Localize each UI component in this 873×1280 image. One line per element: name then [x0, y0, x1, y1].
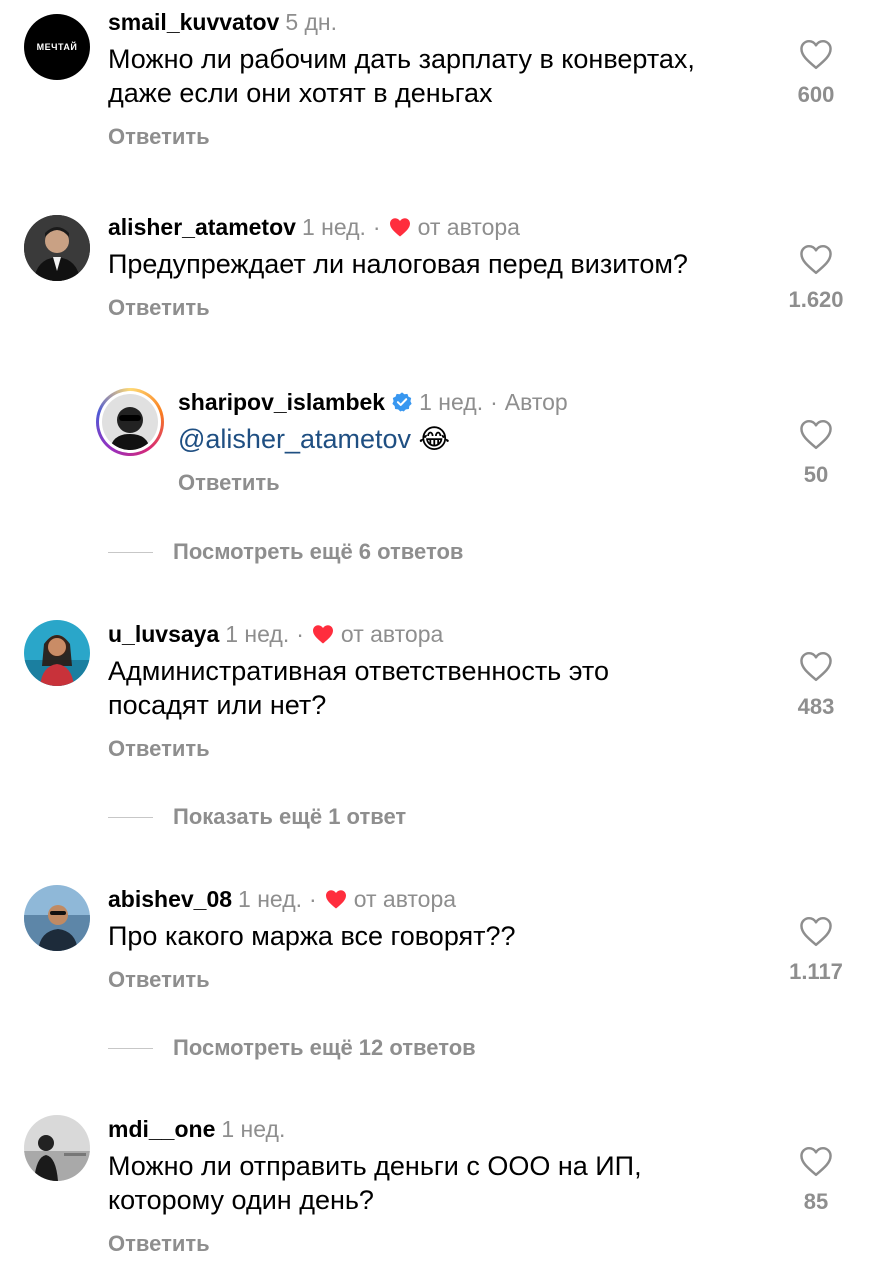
avatar-photo: [24, 620, 90, 686]
comment-content: abishev_08 1 нед. · от автора Про какого ма…: [108, 885, 516, 993]
avatar[interactable]: [24, 885, 90, 951]
like-count: 483: [797, 694, 835, 719]
view-more-replies-label: Показать ещё 1 ответ: [173, 804, 407, 829]
like-count: 600: [797, 82, 835, 107]
avatar[interactable]: [24, 620, 90, 686]
comment-meta: u_luvsaya 1 нед. · от автора: [108, 621, 444, 647]
avatar-photo: [24, 885, 90, 951]
avatar-logo-text: МЕЧТАЙ: [36, 42, 78, 52]
like-column: 50: [766, 418, 866, 488]
comment-text-line: Можно ли отправить деньги с ООО на ИП,: [108, 1151, 642, 1181]
avatar-story-ring[interactable]: [96, 388, 164, 456]
divider-line: [108, 816, 153, 818]
comment-text: Можно ли рабочим дать зарплату в конверт…: [108, 42, 695, 110]
comment-text-line: даже если они хотят в деньгах: [108, 78, 493, 108]
divider-line: [108, 1047, 153, 1049]
like-column: 85: [766, 1145, 866, 1215]
view-more-replies-label: Посмотреть ещё 12 ответов: [173, 1035, 476, 1060]
comment-text-line: Можно ли рабочим дать зарплату в конверт…: [108, 44, 695, 74]
comment-text: @alisher_atametov 😂: [178, 422, 568, 456]
comment-text: Можно ли отправить деньги с ООО на ИП, к…: [108, 1149, 642, 1217]
heart-filled-icon: [312, 625, 333, 644]
reply-button[interactable]: Ответить: [108, 1231, 210, 1257]
heart-outline-icon[interactable]: [798, 650, 834, 682]
comment-content: alisher_atametov 1 нед. · от автора Предупр…: [108, 213, 688, 321]
comment-text: Административная ответственность это пос…: [108, 654, 609, 722]
comment-text-line: Административная ответственность это: [108, 656, 610, 686]
reply-button[interactable]: Ответить: [108, 736, 210, 762]
avatar-photo: [24, 1115, 90, 1181]
username[interactable]: u_luvsaya: [108, 621, 219, 647]
author-label: Автор: [504, 389, 568, 415]
comment-meta: abishev_08 1 нед. · от автора: [108, 886, 457, 912]
comment-content: smail_kuvvatov 5 дн. Можно ли рабочим дат…: [108, 8, 695, 150]
comment-text: Предупреждает ли налоговая перед визитом…: [108, 247, 688, 281]
avatar[interactable]: [24, 215, 90, 281]
heart-outline-icon[interactable]: [798, 915, 834, 947]
comment-time: 1 нед.: [225, 621, 290, 647]
comment-content: u_luvsaya 1 нед. · от автора Административн…: [108, 620, 609, 762]
heart-outline-icon[interactable]: [798, 38, 834, 70]
like-column: 1.117: [766, 915, 866, 985]
avatar[interactable]: [24, 1115, 90, 1181]
comment-text-line: Предупреждает ли налоговая перед визитом…: [108, 249, 688, 279]
divider-line: [108, 551, 153, 553]
avatar-photo: [102, 394, 158, 450]
like-count: 50: [803, 462, 829, 487]
comment-text-line: посадят или нет?: [108, 690, 327, 720]
comments-feed: МЕЧТАЙ smail_kuvvatov 5 дн. Можно ли рабо…: [0, 0, 873, 1280]
comment-text: Про какого маржа все говорят??: [108, 919, 516, 953]
comment-content: sharipov_islambek 1 нед. · Автор @alisher_a…: [178, 388, 568, 496]
verified-badge-icon: [392, 392, 412, 412]
reply-button[interactable]: Ответить: [108, 295, 210, 321]
comment-meta: smail_kuvvatov 5 дн.: [108, 8, 695, 36]
view-more-replies-label: Посмотреть ещё 6 ответов: [173, 539, 464, 564]
username[interactable]: alisher_atametov: [108, 214, 296, 240]
comment-text-line: Про какого маржа все говорят??: [108, 921, 516, 951]
author-liked-label: от автора: [340, 621, 444, 647]
mention-link[interactable]: @alisher_atametov: [178, 424, 411, 454]
avatar-photo: [24, 215, 90, 281]
like-column: 1.620: [766, 243, 866, 313]
comment-content: mdi__one 1 нед. Можно ли отправить деньги…: [108, 1115, 642, 1257]
username[interactable]: sharipov_islambek: [178, 389, 385, 415]
heart-outline-icon[interactable]: [798, 1145, 834, 1177]
reply-button[interactable]: Ответить: [178, 470, 280, 496]
heart-outline-icon[interactable]: [798, 418, 834, 450]
reply-button[interactable]: Ответить: [108, 967, 210, 993]
reply-button[interactable]: Ответить: [108, 124, 210, 150]
username[interactable]: mdi__one: [108, 1116, 215, 1142]
username[interactable]: abishev_08: [108, 886, 232, 912]
author-liked-label: от автора: [353, 886, 457, 912]
comment-time: 5 дн.: [285, 9, 338, 35]
like-count: 85: [803, 1189, 829, 1214]
view-more-replies-button[interactable]: Показать ещё 1 ответ: [108, 802, 406, 832]
comment-time: 1 нед.: [221, 1116, 286, 1142]
comment-time: 1 нед.: [301, 214, 366, 240]
heart-filled-icon: [325, 890, 346, 909]
comment-meta: sharipov_islambek 1 нед. · Автор: [178, 389, 568, 415]
view-more-replies-button[interactable]: Посмотреть ещё 6 ответов: [108, 537, 463, 567]
heart-filled-icon: [389, 218, 410, 237]
like-count: 1.117: [789, 959, 843, 984]
comment-time: 1 нед.: [419, 389, 484, 415]
avatar[interactable]: МЕЧТАЙ: [24, 14, 90, 80]
like-column: 483: [766, 650, 866, 720]
comment-meta: alisher_atametov 1 нед. · от автора: [108, 214, 520, 240]
heart-outline-icon[interactable]: [798, 243, 834, 275]
comment-time: 1 нед.: [238, 886, 303, 912]
laughing-emoji-icon: 😂: [418, 424, 451, 454]
like-column: 600: [766, 38, 866, 108]
author-liked-label: от автора: [417, 214, 520, 240]
view-more-replies-button[interactable]: Посмотреть ещё 12 ответов: [108, 1033, 476, 1063]
comment-meta: mdi__one 1 нед.: [108, 1115, 642, 1143]
comment-text-line: которому один день?: [108, 1185, 374, 1215]
like-count: 1.620: [788, 287, 844, 312]
username[interactable]: smail_kuvvatov: [108, 9, 279, 35]
